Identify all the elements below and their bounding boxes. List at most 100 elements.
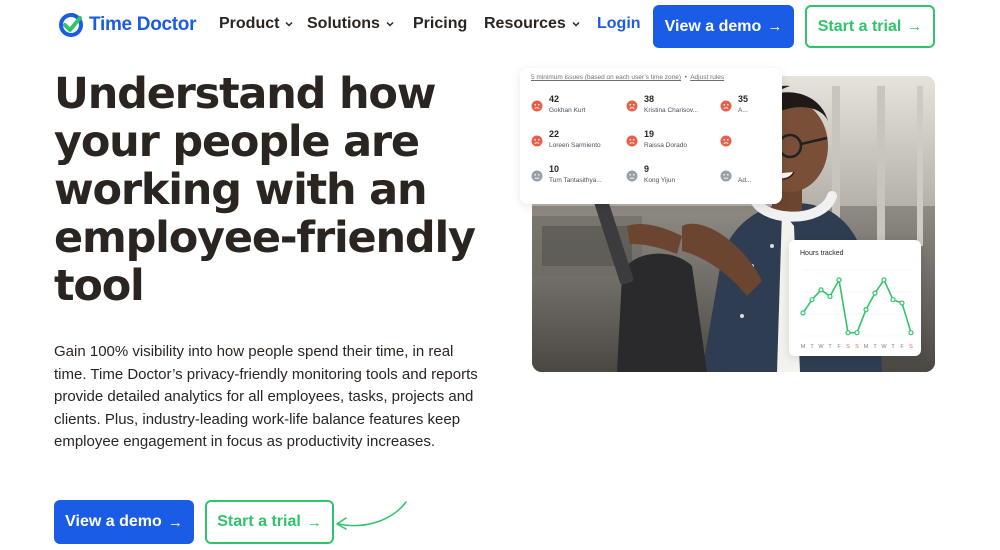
- chevron-down-icon: [285, 21, 293, 27]
- hours-data-point: [863, 306, 869, 313]
- x-tick-label: T: [810, 344, 814, 350]
- x-tick-label: M: [864, 344, 869, 350]
- nav-item-solutions[interactable]: Solutions: [307, 15, 395, 33]
- nav-item-product[interactable]: Product: [219, 15, 294, 33]
- button-label: Start a trial: [217, 513, 301, 530]
- issue-count: 22: [549, 129, 560, 139]
- arrow-right-icon: →: [167, 513, 183, 531]
- chevron-down-icon: [386, 21, 394, 27]
- hero-title: Understand how your people are working w…: [54, 70, 494, 310]
- issues-card: 5 minimum issues (based on each user’s t…: [520, 68, 782, 204]
- hours-data-point: [872, 290, 878, 296]
- nav-item-label: Resources: [484, 15, 566, 32]
- issue-person: Ad...: [720, 164, 782, 194]
- x-tick-label: T: [873, 344, 877, 350]
- issue-person: 9 Kong Yijun: [626, 164, 716, 194]
- issue-count: 35: [738, 94, 749, 104]
- x-tick-label: S: [855, 344, 859, 350]
- arrow-right-icon: →: [306, 513, 322, 531]
- issue-count: 38: [644, 94, 655, 104]
- issue-person: [720, 129, 782, 159]
- hours-data-point: [899, 300, 905, 306]
- sad-face-icon: [531, 135, 543, 147]
- hours-data-point: [836, 277, 842, 283]
- hero-title-line: Understand how: [54, 69, 436, 119]
- chevron-down-icon: [572, 21, 580, 27]
- nav-item-label: Solutions: [307, 15, 380, 32]
- time-doctor-logo-icon: [59, 13, 83, 37]
- view-demo-button[interactable]: View a demo →: [54, 500, 194, 544]
- issue-count: 9: [644, 164, 650, 174]
- adjust-rules-link[interactable]: Adjust rules: [690, 74, 724, 81]
- issue-person: 35 A...: [720, 94, 782, 124]
- hero-title-line: working with an: [54, 165, 428, 215]
- button-label: Start a trial: [817, 17, 902, 35]
- neutral-face-icon: [720, 170, 732, 182]
- hours-data-point: [854, 330, 860, 336]
- issue-count: 10: [549, 164, 560, 174]
- person-name: Loreen Sarmiento: [549, 142, 601, 149]
- hours-tracked-card: Hours tracked MTWTFSSMTWTFS: [789, 240, 921, 356]
- hours-data-point: [809, 297, 815, 303]
- sad-face-icon: [626, 100, 638, 112]
- x-tick-label: S: [846, 344, 850, 350]
- issue-count: 19: [644, 129, 655, 139]
- sad-face-icon: [626, 135, 638, 147]
- issue-person: 10 Tum Tantasithya...: [531, 164, 621, 194]
- button-label: View a demo: [664, 17, 762, 35]
- sad-face-icon: [720, 135, 732, 147]
- sad-face-icon: [720, 100, 732, 112]
- neutral-face-icon: [531, 170, 543, 182]
- issue-count: 42: [549, 94, 560, 104]
- top-nav: Time Doctor Product Solutions Pricing Re…: [0, 0, 1000, 52]
- view-demo-button-nav[interactable]: View a demo →: [653, 5, 794, 48]
- x-tick-label: T: [891, 344, 895, 350]
- issue-person: 19 Raissa Dorado: [626, 129, 716, 159]
- nav-item-resources[interactable]: Resources: [484, 15, 581, 33]
- sad-face-icon: [531, 100, 543, 112]
- issue-person: 42 Gokhan Kurt: [531, 94, 621, 124]
- nav-item-pricing[interactable]: Pricing: [413, 15, 467, 33]
- x-tick-label: M: [801, 344, 806, 350]
- person-name: Gokhan Kurt: [549, 107, 586, 114]
- hero-description: Gain 100% visibility into how people spe…: [54, 343, 478, 450]
- hours-data-point: [890, 297, 896, 303]
- hours-tracked-line-chart: MTWTFSSMTWTFS: [800, 269, 914, 350]
- hours-tracked-title: Hours tracked: [800, 250, 844, 257]
- hours-data-point: [800, 310, 806, 316]
- login-link[interactable]: Login: [597, 15, 641, 33]
- neutral-face-icon: [626, 170, 638, 182]
- arrow-right-icon: →: [907, 18, 923, 35]
- person-name: Ad...: [738, 177, 752, 184]
- x-tick-label: F: [900, 344, 904, 350]
- hours-data-point: [845, 330, 851, 336]
- hero-title-line: employee-friendly: [54, 213, 476, 263]
- x-tick-label: S: [909, 344, 913, 350]
- arrow-right-icon: →: [767, 18, 783, 35]
- person-name: Raissa Dorado: [644, 142, 687, 149]
- issue-person: 22 Loreen Sarmiento: [531, 129, 621, 159]
- start-trial-button-nav[interactable]: Start a trial →: [805, 5, 935, 48]
- hours-series-line: [802, 279, 912, 334]
- person-name: Tum Tantasithya...: [549, 177, 602, 184]
- hero-title-line: tool: [54, 261, 145, 311]
- logo-text: Time Doctor: [89, 14, 197, 35]
- issue-person: 38 Kristina Charisov...: [626, 94, 716, 124]
- x-tick-label: W: [881, 344, 887, 350]
- logo[interactable]: Time Doctor: [58, 12, 197, 38]
- issues-card-header: 5 minimum issues (based on each user’s t…: [531, 74, 725, 81]
- hero-title-line: your people are: [54, 117, 420, 167]
- person-name: Kong Yijun: [644, 177, 676, 184]
- x-tick-label: T: [828, 344, 832, 350]
- hours-data-point: [818, 287, 824, 293]
- decorative-swoosh-arrow-icon: [336, 501, 407, 530]
- start-trial-button[interactable]: Start a trial →: [205, 500, 334, 544]
- hours-data-point: [908, 330, 914, 336]
- nav-item-label: Pricing: [413, 15, 468, 32]
- issues-rule-text: 5 minimum issues (based on each user’s t…: [531, 74, 682, 81]
- button-label: View a demo: [65, 513, 162, 530]
- x-tick-label: F: [837, 344, 841, 350]
- nav-item-label: Product: [219, 15, 280, 32]
- person-name: Kristina Charisov...: [644, 107, 699, 114]
- person-name: A...: [738, 107, 748, 114]
